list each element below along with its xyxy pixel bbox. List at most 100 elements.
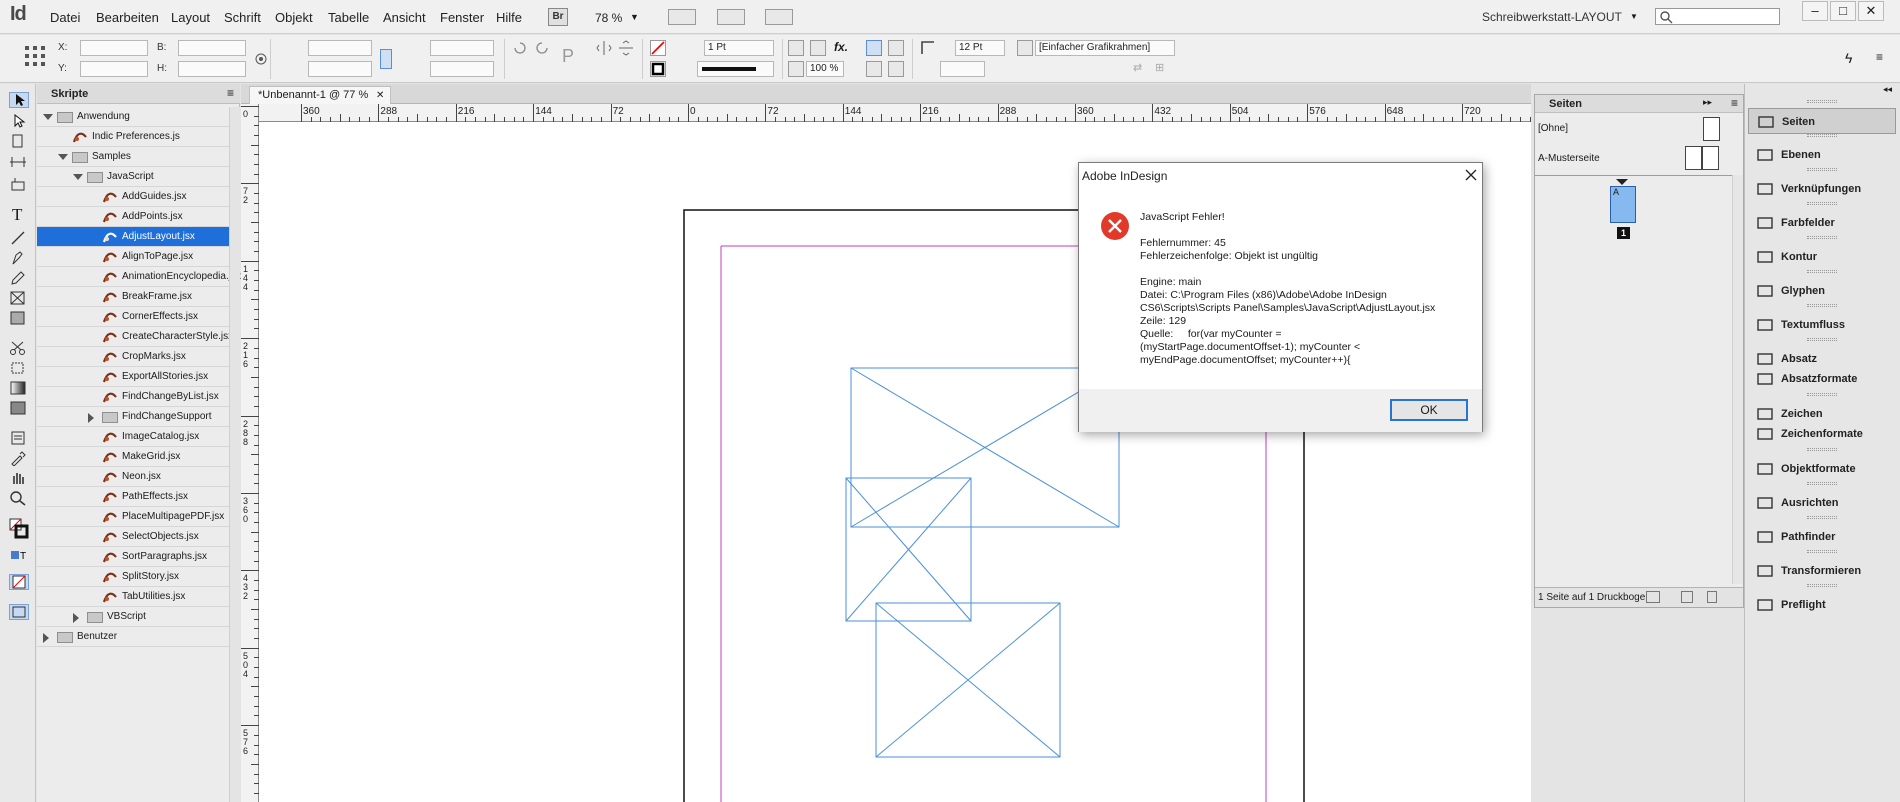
pen-tool-icon[interactable]: [9, 250, 29, 266]
script-folder[interactable]: FindChangeSupport: [37, 407, 229, 427]
script-item[interactable]: PlaceMultipagePDF.jsx: [37, 507, 229, 527]
hand-tool-icon[interactable]: [9, 470, 29, 486]
zoom-tool-icon[interactable]: [9, 490, 29, 506]
gutter-field[interactable]: 12 Pt: [955, 40, 1005, 56]
menu-schrift[interactable]: Schrift: [224, 10, 261, 25]
page-tool-icon[interactable]: [9, 134, 29, 150]
line-tool-icon[interactable]: [9, 230, 29, 246]
opacity-field[interactable]: 100 %: [806, 61, 844, 77]
x-field[interactable]: [80, 40, 148, 56]
type-tool-icon[interactable]: T: [9, 206, 29, 224]
selection-tool-icon[interactable]: [9, 92, 29, 108]
wrap-object-icon[interactable]: [866, 61, 882, 77]
effects-icon[interactable]: fx.: [834, 40, 850, 56]
script-item[interactable]: CropMarks.jsx: [37, 347, 229, 367]
clear-override-icon[interactable]: ⇄: [1133, 61, 1149, 77]
menu-datei[interactable]: Datei: [50, 10, 80, 25]
none-master-thumb[interactable]: [1703, 117, 1720, 141]
dock-group-grip[interactable]: [1807, 134, 1837, 137]
window-close-button[interactable]: ✕: [1858, 1, 1884, 21]
flip-horizontal-icon[interactable]: [596, 40, 612, 56]
scripts-panel-header[interactable]: Skripte: [37, 84, 240, 104]
rotate-cw-icon[interactable]: [512, 40, 528, 56]
text-wrap-none-icon[interactable]: [866, 40, 882, 56]
dock-group-grip[interactable]: [1807, 338, 1837, 341]
corner-shape-select[interactable]: [940, 61, 985, 77]
script-item[interactable]: CreateCharacterStyle.jsx: [37, 327, 233, 347]
constrain-proportions-icon[interactable]: [253, 51, 269, 67]
script-item[interactable]: ImageCatalog.jsx: [37, 427, 229, 447]
dock-group-grip[interactable]: [1807, 202, 1837, 205]
scale-link-icon[interactable]: [380, 49, 392, 69]
script-folder[interactable]: Samples: [37, 147, 229, 167]
reference-point-icon[interactable]: [24, 45, 46, 67]
opacity-icon[interactable]: [788, 61, 804, 77]
object-style-options-icon[interactable]: ⊞: [1155, 61, 1171, 77]
scissors-tool-icon[interactable]: [9, 340, 29, 356]
script-item[interactable]: SortParagraphs.jsx: [37, 547, 229, 567]
script-item[interactable]: AdjustLayout.jsx: [37, 227, 229, 247]
script-item[interactable]: AlignToPage.jsx: [37, 247, 229, 267]
dock-item-swatches[interactable]: Farbfelder: [1748, 210, 1896, 236]
pages-menu-icon[interactable]: ≡: [1731, 96, 1738, 110]
script-item[interactable]: CornerEffects.jsx: [37, 307, 229, 327]
dock-group-grip[interactable]: [1807, 516, 1837, 519]
dock-group-grip[interactable]: [1807, 482, 1837, 485]
document-tab[interactable]: *Unbenannt-1 @ 77 % ✕: [249, 86, 391, 104]
arrange-documents-icon[interactable]: [765, 9, 793, 25]
fit-frame-icon[interactable]: [788, 40, 804, 56]
height-field[interactable]: [178, 61, 246, 77]
script-folder[interactable]: JavaScript: [37, 167, 229, 187]
rectangle-frame-tool-icon[interactable]: [9, 290, 29, 306]
menu-tabelle[interactable]: Tabelle: [328, 10, 369, 25]
dock-group-grip[interactable]: [1807, 168, 1837, 171]
dock-item-text-wrap[interactable]: Textumfluss: [1748, 312, 1896, 338]
zoom-value[interactable]: 78 %: [595, 11, 622, 25]
script-item[interactable]: MakeGrid.jsx: [37, 447, 229, 467]
script-folder[interactable]: Benutzer: [37, 627, 229, 647]
page-1-thumb[interactable]: A: [1610, 186, 1636, 223]
gradient-feather-tool-icon[interactable]: [9, 400, 29, 416]
content-collector-icon[interactable]: [9, 176, 29, 192]
script-folder[interactable]: VBScript: [37, 607, 229, 627]
rotate-field[interactable]: [430, 40, 494, 56]
dock-group-grip[interactable]: [1807, 100, 1837, 103]
fit-content-icon[interactable]: [810, 40, 826, 56]
script-item[interactable]: PathEffects.jsx: [37, 487, 229, 507]
script-folder[interactable]: Anwendung: [37, 107, 229, 127]
dock-item-object-styles[interactable]: Objektformate: [1748, 456, 1896, 482]
menu-fenster[interactable]: Fenster: [440, 10, 484, 25]
none-master-label[interactable]: [Ohne]: [1538, 123, 1568, 134]
a-master-thumb-right[interactable]: [1702, 146, 1719, 170]
corner-options-icon[interactable]: [920, 40, 936, 56]
fill-swatch-icon[interactable]: [650, 40, 666, 56]
disclosure-open-icon[interactable]: [43, 114, 53, 120]
flip-vertical-icon[interactable]: [618, 40, 634, 56]
script-item[interactable]: Neon.jsx: [37, 467, 229, 487]
scale-x-field[interactable]: [308, 40, 372, 56]
panel-collapse-icon[interactable]: ▸▸: [1703, 97, 1712, 108]
rotate-ccw-icon[interactable]: [534, 40, 550, 56]
text-frame-options-icon[interactable]: P: [556, 45, 580, 69]
dock-item-align[interactable]: Ausrichten: [1748, 490, 1896, 516]
a-master-thumb-left[interactable]: [1685, 146, 1702, 170]
object-style-select[interactable]: [Einfacher Grafikrahmen]: [1035, 40, 1175, 56]
new-page-icon[interactable]: [1681, 591, 1693, 603]
dock-group-grip[interactable]: [1807, 584, 1837, 587]
minimize-button[interactable]: –: [1802, 1, 1828, 21]
zoom-dropdown-icon[interactable]: ▼: [630, 12, 639, 22]
normal-view-icon[interactable]: [9, 604, 29, 620]
object-style-icon[interactable]: [1017, 40, 1033, 56]
menu-objekt[interactable]: Objekt: [275, 10, 313, 25]
pages-scrollbar[interactable]: [1732, 175, 1743, 584]
script-item[interactable]: SplitStory.jsx: [37, 567, 229, 587]
disclosure-open-icon[interactable]: [58, 154, 68, 160]
width-field[interactable]: [178, 40, 246, 56]
y-field[interactable]: [80, 61, 148, 77]
search-input[interactable]: [1655, 8, 1780, 25]
dock-item-links[interactable]: Verknüpfungen: [1748, 176, 1896, 202]
view-options-icon[interactable]: [668, 9, 696, 25]
a-master-label[interactable]: A-Musterseite: [1538, 153, 1600, 164]
menu-layout[interactable]: Layout: [171, 10, 210, 25]
dock-group-grip[interactable]: [1807, 236, 1837, 239]
